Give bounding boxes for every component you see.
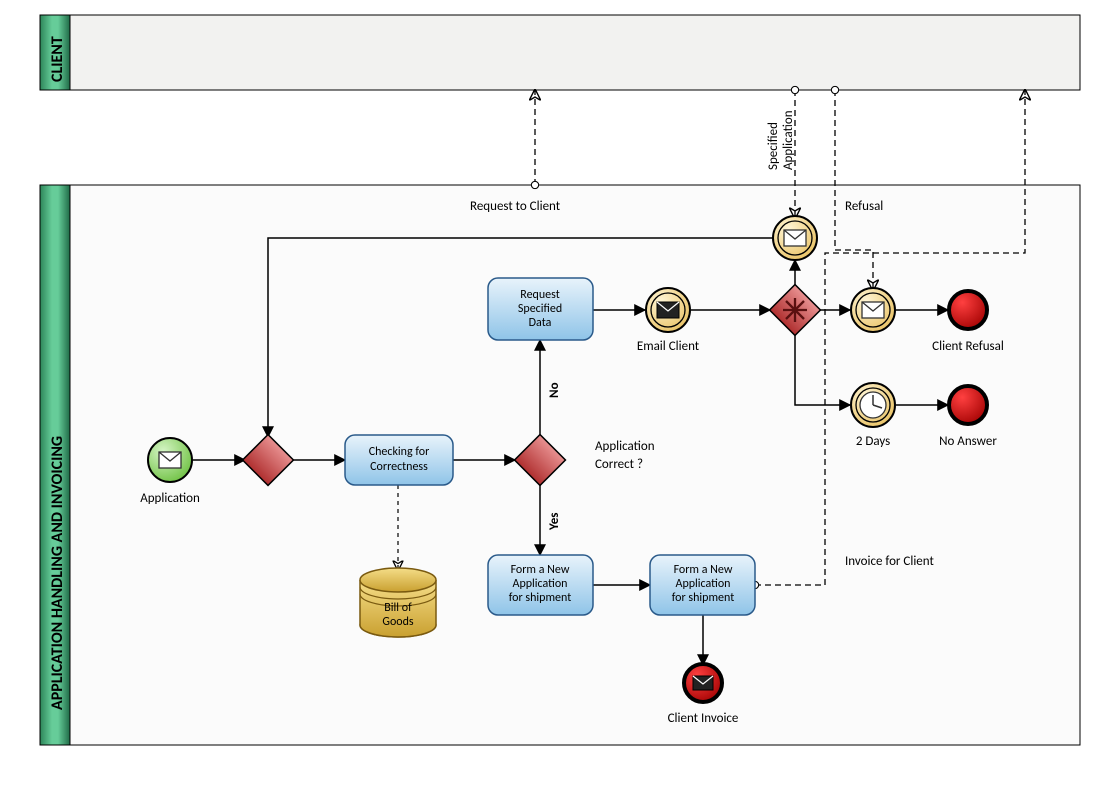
svg-text:Specified: Specified (518, 302, 562, 316)
svg-text:for shipment: for shipment (509, 591, 571, 605)
svg-text:Form a New: Form a New (674, 563, 733, 577)
svg-text:Goods: Goods (382, 615, 414, 629)
svg-text:Correctness: Correctness (370, 460, 428, 474)
svg-text:Checking for: Checking for (369, 445, 430, 459)
end-no-answer-label: No Answer (939, 434, 997, 449)
pool-client-label: CLIENT (48, 36, 67, 82)
svg-text:Bill of: Bill of (384, 601, 412, 615)
label-request-to-client: Request to Client (470, 199, 561, 214)
task-form-application-2: Form a New Application for shipment Form… (650, 555, 755, 615)
label-specified-app-2: Application (781, 110, 796, 170)
label-no: No (547, 382, 562, 398)
label-refusal: Refusal (845, 199, 883, 214)
task-request-data: Request Specified Data Request Specified… (488, 278, 593, 340)
task-checking: Checking for Correctness Checking for Co… (345, 435, 453, 485)
svg-text:Form a New: Form a New (511, 563, 570, 577)
start-event-label: Application (140, 491, 200, 506)
label-yes: Yes (547, 513, 562, 531)
end-client-refusal-label: Client Refusal (932, 339, 1004, 354)
task-form-application-1: Form a New Application for shipment Form… (488, 555, 593, 615)
intermediate-specified-application (773, 216, 817, 260)
intermediate-email-label: Email Client (637, 339, 700, 354)
pool-client: CLIENT (40, 15, 1080, 90)
label-invoice-for-client: Invoice for Client (845, 554, 934, 569)
intermediate-refusal (851, 288, 895, 332)
label-application-correct: Application (595, 439, 655, 454)
svg-text:Request: Request (520, 288, 559, 302)
intermediate-timer: 2 Days (851, 383, 895, 449)
pool-application-label: APPLICATION HANDLING AND INVOICING (48, 436, 67, 710)
timer-label: 2 Days (856, 434, 890, 449)
end-client-invoice-label: Client Invoice (668, 711, 739, 726)
svg-text:Application: Application (676, 577, 731, 591)
svg-text:for shipment: for shipment (672, 591, 734, 605)
datastore-bill-of-goods: Bill of Goods Bill of Goods (360, 568, 436, 637)
svg-text:Data: Data (529, 316, 552, 330)
svg-text:Application: Application (513, 577, 568, 591)
label-specified-app-1: Specified (766, 122, 781, 170)
svg-text:Correct ?: Correct ? (595, 457, 643, 472)
